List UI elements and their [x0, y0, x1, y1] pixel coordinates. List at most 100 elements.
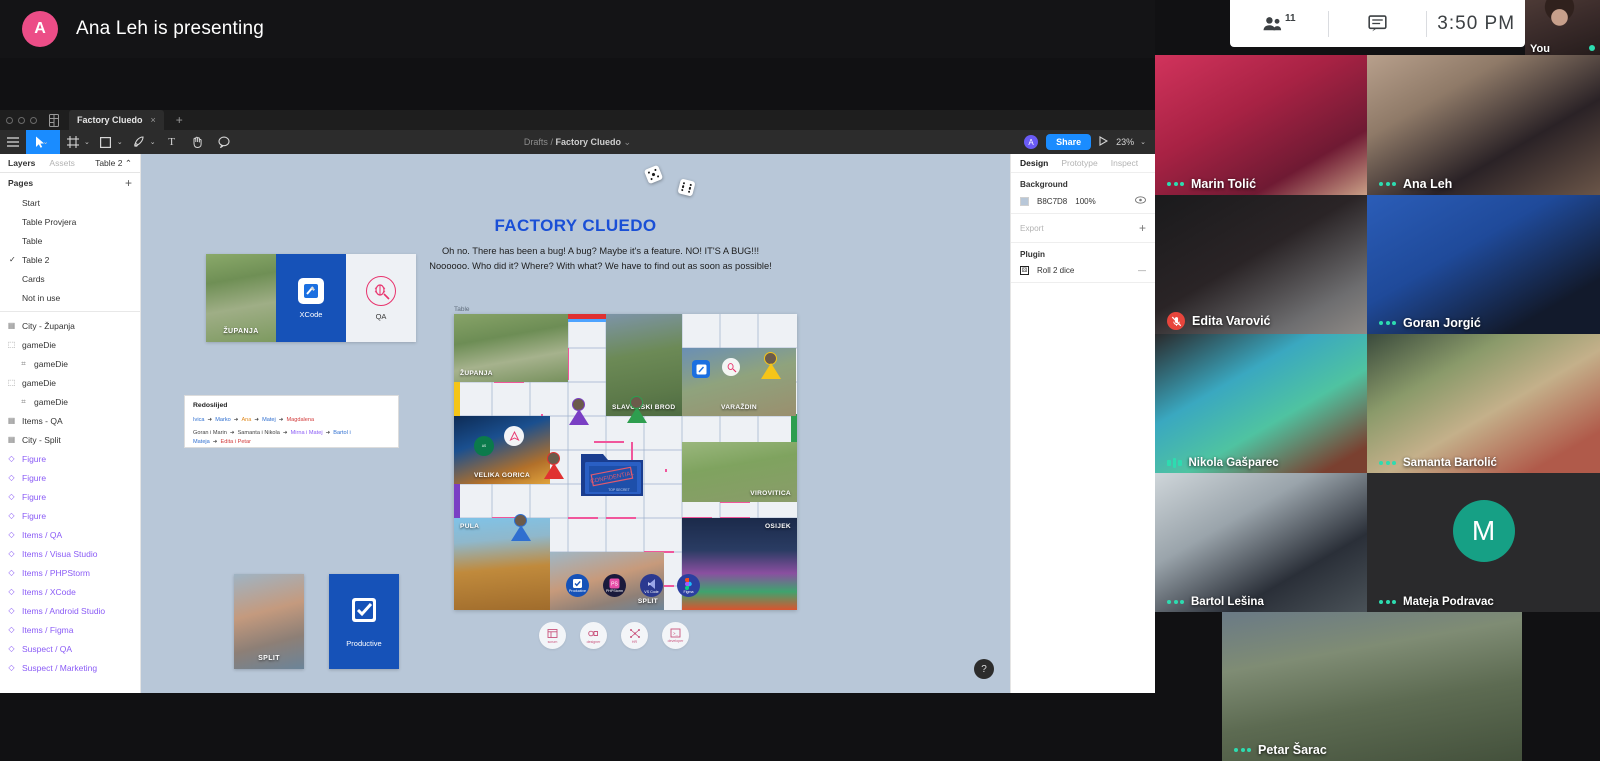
participant-tile[interactable]: Bartol Lešina [1155, 473, 1367, 612]
plugin-name[interactable]: Roll 2 dice [1037, 266, 1074, 275]
participant-tile[interactable]: Petar Šarac [1222, 612, 1522, 761]
breadcrumb-caret[interactable]: ⌄ [624, 137, 632, 147]
role-icon-designer[interactable]: designer [580, 622, 607, 649]
chevron-down-icon-shape[interactable]: ⌄ [117, 138, 123, 146]
board-tile-pula[interactable]: PULA [454, 518, 550, 610]
participant-tile[interactable]: M Mateja Podravac [1367, 473, 1600, 612]
move-tool[interactable]: ⌄ [26, 130, 60, 154]
muted-mic-icon[interactable] [1167, 312, 1185, 330]
chevron-down-icon[interactable]: ⌄ [43, 138, 49, 146]
background-opacity[interactable]: 100% [1075, 197, 1095, 206]
layer-item[interactable]: ◇ Figure [0, 468, 140, 487]
window-maximize-dot[interactable] [30, 116, 37, 124]
pawn-purple[interactable] [568, 398, 589, 425]
hamburger-menu-icon[interactable] [0, 130, 26, 154]
background-hex[interactable]: B8C7D8 [1037, 197, 1067, 206]
more-options-icon[interactable] [1167, 600, 1184, 604]
pen-tool[interactable] [126, 130, 152, 154]
layer-item[interactable]: ◇ Items / Figma [0, 620, 140, 639]
tab-prototype[interactable]: Prototype [1061, 158, 1097, 168]
item-android-studio-icon[interactable]: AS [474, 436, 494, 456]
pawn-red[interactable] [543, 452, 564, 479]
layer-item[interactable]: ⬚ gameDie [0, 373, 140, 392]
window-close-dot[interactable] [6, 116, 13, 124]
layer-item[interactable]: ⬚ gameDie [0, 335, 140, 354]
layer-item[interactable]: ⌗ gameDie [0, 392, 140, 411]
layer-item[interactable]: ◇ Figure [0, 487, 140, 506]
role-icon-developer[interactable]: >_ developer [662, 622, 689, 649]
background-color-swatch[interactable] [1020, 196, 1029, 206]
confidential-folder[interactable]: CONFIDENTIAL TOP SECRET [579, 444, 645, 500]
current-page-selector[interactable]: Table 2 ⌃ [95, 158, 132, 169]
page-item-cards[interactable]: Cards [0, 269, 140, 288]
window-minimize-dot[interactable] [18, 116, 25, 124]
participant-tile[interactable]: Goran Jorgić [1367, 195, 1600, 334]
pawn-yellow[interactable] [760, 352, 781, 379]
more-options-icon[interactable] [1379, 461, 1396, 465]
chat-button[interactable] [1329, 0, 1427, 47]
pawn-blue[interactable] [510, 514, 531, 541]
share-button[interactable]: Share [1046, 134, 1092, 150]
app-icon-phpstorm[interactable]: PS PHPStorm [603, 574, 626, 597]
game-board[interactable]: ŽUPANJA SLAVONSKI BROD VARAŽDIN VELIKA G… [454, 314, 797, 610]
present-play-icon[interactable] [1099, 135, 1109, 149]
participant-tile[interactable]: Ana Leh [1367, 55, 1600, 195]
tab-layers[interactable]: Layers [8, 158, 35, 168]
shape-tool[interactable] [93, 130, 119, 154]
tab-inspect[interactable]: Inspect [1111, 158, 1138, 168]
layer-item[interactable]: ◇ Suspect / Marketing [0, 658, 140, 677]
page-item-not-in-use[interactable]: Not in use [0, 288, 140, 307]
app-icon-vscode[interactable]: VS Code [640, 574, 663, 597]
app-icon-productive[interactable]: Productive [566, 574, 589, 597]
layer-item[interactable]: ◇ Figure [0, 449, 140, 468]
participants-button[interactable]: 11 [1230, 0, 1328, 47]
board-tile-velika-gorica[interactable]: VELIKA GORICA [454, 416, 550, 484]
participant-tile[interactable]: Marin Tolić [1155, 55, 1367, 195]
breadcrumb-file[interactable]: Factory Cluedo [555, 137, 621, 147]
layer-item[interactable]: ◇ Suspect / QA [0, 639, 140, 658]
page-item-table[interactable]: Table [0, 231, 140, 250]
board-tile-zupanja[interactable]: ŽUPANJA [454, 314, 568, 382]
participant-tile[interactable]: Samanta Bartolić [1367, 334, 1600, 473]
more-options-icon[interactable] [1379, 600, 1396, 604]
layer-item[interactable]: ◇ Items / Android Studio [0, 601, 140, 620]
page-item-start[interactable]: Start [0, 193, 140, 212]
card-role-qa[interactable]: QA [346, 254, 416, 342]
layer-item[interactable]: ◇ Items / PHPStorm [0, 563, 140, 582]
item-qa-icon[interactable] [722, 358, 740, 376]
layer-item[interactable]: ◇ Items / QA [0, 525, 140, 544]
app-icon-figma[interactable]: Figma [677, 574, 700, 597]
add-export-button[interactable]: + [1139, 221, 1146, 235]
card-tool-productive[interactable]: Productive [329, 574, 399, 669]
file-tab[interactable]: Factory Cluedo × [69, 110, 164, 130]
more-options-icon[interactable] [1379, 182, 1396, 186]
item-marketing-icon[interactable] [504, 426, 524, 446]
item-xcode-icon[interactable] [692, 360, 710, 378]
new-tab-button[interactable]: + [176, 113, 183, 127]
collaborator-avatar[interactable]: A [1024, 135, 1039, 149]
participant-tile[interactable]: Nikola Gašparec [1155, 334, 1367, 473]
role-icon-scrum[interactable]: scrum [539, 622, 566, 649]
eye-icon[interactable] [1135, 196, 1146, 206]
remove-plugin-button[interactable]: — [1138, 266, 1146, 275]
layer-item[interactable]: ▦ City - Županja [0, 316, 140, 335]
window-controls[interactable] [6, 116, 37, 124]
more-options-icon[interactable] [1379, 321, 1396, 325]
zoom-chevron-down-icon[interactable]: ⌄ [1140, 138, 1146, 146]
more-options-icon[interactable] [1167, 182, 1184, 186]
layer-item[interactable]: ◇ Items / XCode [0, 582, 140, 601]
participant-tile[interactable]: Edita Varović [1155, 195, 1367, 334]
card-tool-xcode[interactable]: XCode [276, 254, 346, 342]
role-icon-hr[interactable]: HR [621, 622, 648, 649]
board-tile-virovitica[interactable]: VIROVITICA [682, 442, 797, 502]
more-options-icon[interactable] [1234, 748, 1251, 752]
chevron-down-icon-pen[interactable]: ⌄ [150, 138, 156, 146]
breadcrumb-parent[interactable]: Drafts [524, 137, 548, 147]
layer-item[interactable]: ◇ Figure [0, 506, 140, 525]
layer-item[interactable]: ▦ City - Split [0, 430, 140, 449]
close-icon[interactable]: × [151, 115, 156, 125]
help-button[interactable]: ? [974, 659, 994, 679]
page-item-table-2[interactable]: ✓ Table 2 [0, 250, 140, 269]
text-tool[interactable]: T [159, 130, 185, 154]
card-row-top[interactable]: ŽUPANJA XCode QA [206, 254, 416, 342]
